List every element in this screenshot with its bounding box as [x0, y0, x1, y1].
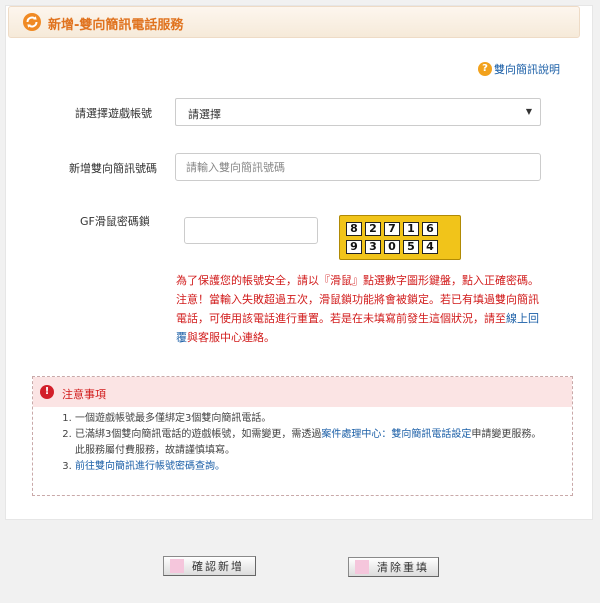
- clear-reset-label: 清除重填: [377, 561, 429, 574]
- mouse-password-input[interactable]: [184, 217, 318, 244]
- notice-list: 一個遊戲帳號最多僅綁定3個雙向簡訊電話。 已滿綁3個雙向簡訊電話的遊戲帳號，如需…: [33, 411, 573, 475]
- list-item: 一個遊戲帳號最多僅綁定3個雙向簡訊電話。: [75, 411, 573, 427]
- notice-text: 已滿綁3個雙向簡訊電話的遊戲帳號，如需變更，需透過: [75, 429, 322, 440]
- phone-input[interactable]: [175, 153, 541, 181]
- notice-header: ! 注意事項: [33, 377, 572, 407]
- keypad-key[interactable]: 4: [422, 240, 438, 254]
- list-item: 前往雙向簡訊進行帳號密碼查詢。: [75, 459, 573, 475]
- button-square-icon: [170, 559, 184, 573]
- account-label: 請選擇遊戲帳號: [75, 107, 152, 120]
- keypad-key[interactable]: 9: [346, 240, 362, 254]
- warning-text: 為了保護您的帳號安全，請以『滑鼠』點選數字圖形鍵盤，點入正確密碼。 注意！當輸入…: [176, 274, 539, 325]
- help-icon: ?: [478, 62, 492, 76]
- security-warning: 為了保護您的帳號安全，請以『滑鼠』點選數字圖形鍵盤，點入正確密碼。 注意！當輸入…: [176, 271, 546, 347]
- keypad-key[interactable]: 0: [384, 240, 400, 254]
- keypad-key[interactable]: 1: [403, 222, 419, 236]
- page-header: 新增-雙向簡訊電話服務: [8, 6, 580, 38]
- mouse-keypad: 8 2 7 1 6 9 3 0 5 4: [339, 215, 461, 260]
- keypad-key[interactable]: 3: [365, 240, 381, 254]
- notice-box: ! 注意事項 一個遊戲帳號最多僅綁定3個雙向簡訊電話。 已滿綁3個雙向簡訊電話的…: [32, 376, 573, 496]
- mouse-lock-label: GF滑鼠密碼鎖: [80, 215, 150, 228]
- confirm-add-button[interactable]: 確認新增: [163, 556, 256, 576]
- help-link-label[interactable]: 雙向簡訊說明: [494, 61, 560, 77]
- button-square-icon: [355, 560, 369, 574]
- keypad-key[interactable]: 2: [365, 222, 381, 236]
- account-select-value: 請選擇: [188, 108, 221, 121]
- account-select[interactable]: 請選擇 ▼: [175, 98, 541, 126]
- confirm-add-label: 確認新增: [192, 560, 244, 573]
- phone-label: 新增雙向簡訊號碼: [69, 162, 157, 175]
- page-title: 新增-雙向簡訊電話服務: [48, 18, 184, 33]
- case-center-link[interactable]: 案件處理中心：雙向簡訊電話設定: [321, 429, 471, 440]
- keypad-key[interactable]: 8: [346, 222, 362, 236]
- alert-icon: !: [40, 385, 54, 399]
- refresh-icon: [23, 13, 41, 31]
- keypad-key[interactable]: 7: [384, 222, 400, 236]
- warning-text-end: 與客服中心連絡。: [187, 331, 275, 344]
- keypad-key[interactable]: 6: [422, 222, 438, 236]
- caret-down-icon: ▼: [525, 107, 532, 116]
- clear-reset-button[interactable]: 清除重填: [348, 557, 439, 577]
- help-link[interactable]: ? 雙向簡訊說明: [478, 61, 560, 77]
- keypad-key[interactable]: 5: [403, 240, 419, 254]
- notice-title: 注意事項: [62, 388, 106, 401]
- list-item: 已滿綁3個雙向簡訊電話的遊戲帳號，如需變更，需透過案件處理中心：雙向簡訊電話設定…: [75, 427, 573, 459]
- sms-query-link[interactable]: 前往雙向簡訊進行帳號密碼查詢。: [75, 461, 225, 472]
